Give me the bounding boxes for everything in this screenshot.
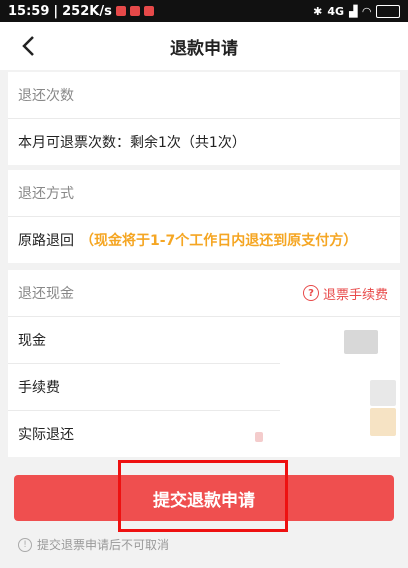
status-time: 15:59 [8, 3, 50, 19]
redacted-value [255, 432, 263, 442]
refund-count-header: 退还次数 [8, 72, 400, 119]
signal-icon: ▟ [349, 4, 358, 18]
submit-wrap: 提交退款申请 [14, 475, 394, 521]
refund-method-row: 原路退回 （现金将于1-7个工作日内退还到原支付方） [8, 217, 400, 263]
nav-bar: 退款申请 [0, 22, 408, 70]
back-button[interactable] [12, 30, 44, 62]
refund-count-card: 退还次数 本月可退票次数：剩余1次（共1次） [8, 72, 400, 165]
status-bar: 15:59 | 252K/s ✱ 4G ▟ ◠ [0, 0, 408, 22]
redacted-value [370, 380, 396, 406]
refund-cash-card: 退还现金 ? 退票手续费 现金 手续费 实际退还 [8, 270, 400, 457]
notice-text: 提交退票申请后不可取消 [37, 538, 170, 552]
cash-row: 现金 [8, 317, 280, 364]
chevron-left-icon [22, 36, 34, 56]
notification-icon [143, 6, 154, 16]
fee-row: 手续费 [8, 364, 280, 411]
refund-method-header-label: 退还方式 [18, 186, 74, 202]
submit-refund-button[interactable]: 提交退款申请 [14, 475, 394, 521]
notice: ! 提交退票申请后不可取消 [18, 536, 169, 553]
redacted-value [344, 330, 378, 354]
help-icon: ? [302, 285, 319, 301]
refund-count-text: 本月可退票次数：剩余1次（共1次） [8, 119, 400, 165]
redacted-value [370, 408, 396, 436]
refund-method-header: 退还方式 [8, 170, 400, 217]
notification-icon [115, 6, 126, 16]
info-icon: ! [18, 537, 32, 552]
signal-label: 4G [327, 4, 345, 18]
refund-count-value: 本月可退票次数：剩余1次（共1次） [18, 135, 246, 151]
refund-fee-link-label: 退票手续费 [322, 287, 388, 303]
refund-count-header-label: 退还次数 [18, 88, 74, 104]
refund-cash-header: 退还现金 ? 退票手续费 [8, 270, 400, 317]
bluetooth-icon: ✱ [313, 4, 323, 18]
actual-refund-row: 实际退还 [8, 411, 280, 457]
wifi-icon: ◠ [362, 4, 371, 18]
refund-method-value: 原路退回 [18, 233, 74, 249]
status-speed: 252K/s [62, 3, 112, 19]
fee-label: 手续费 [18, 380, 60, 396]
refund-method-card: 退还方式 原路退回 （现金将于1-7个工作日内退还到原支付方） [8, 170, 400, 263]
refund-method-hint: （现金将于1-7个工作日内退还到原支付方） [80, 233, 358, 249]
cash-label: 现金 [18, 333, 46, 349]
page-title: 退款申请 [170, 38, 238, 59]
notification-icon [129, 6, 140, 16]
refund-cash-header-label: 退还现金 [18, 286, 74, 302]
battery-icon [376, 4, 400, 18]
actual-refund-label: 实际退还 [18, 427, 74, 443]
refund-fee-link[interactable]: ? 退票手续费 [302, 284, 388, 303]
